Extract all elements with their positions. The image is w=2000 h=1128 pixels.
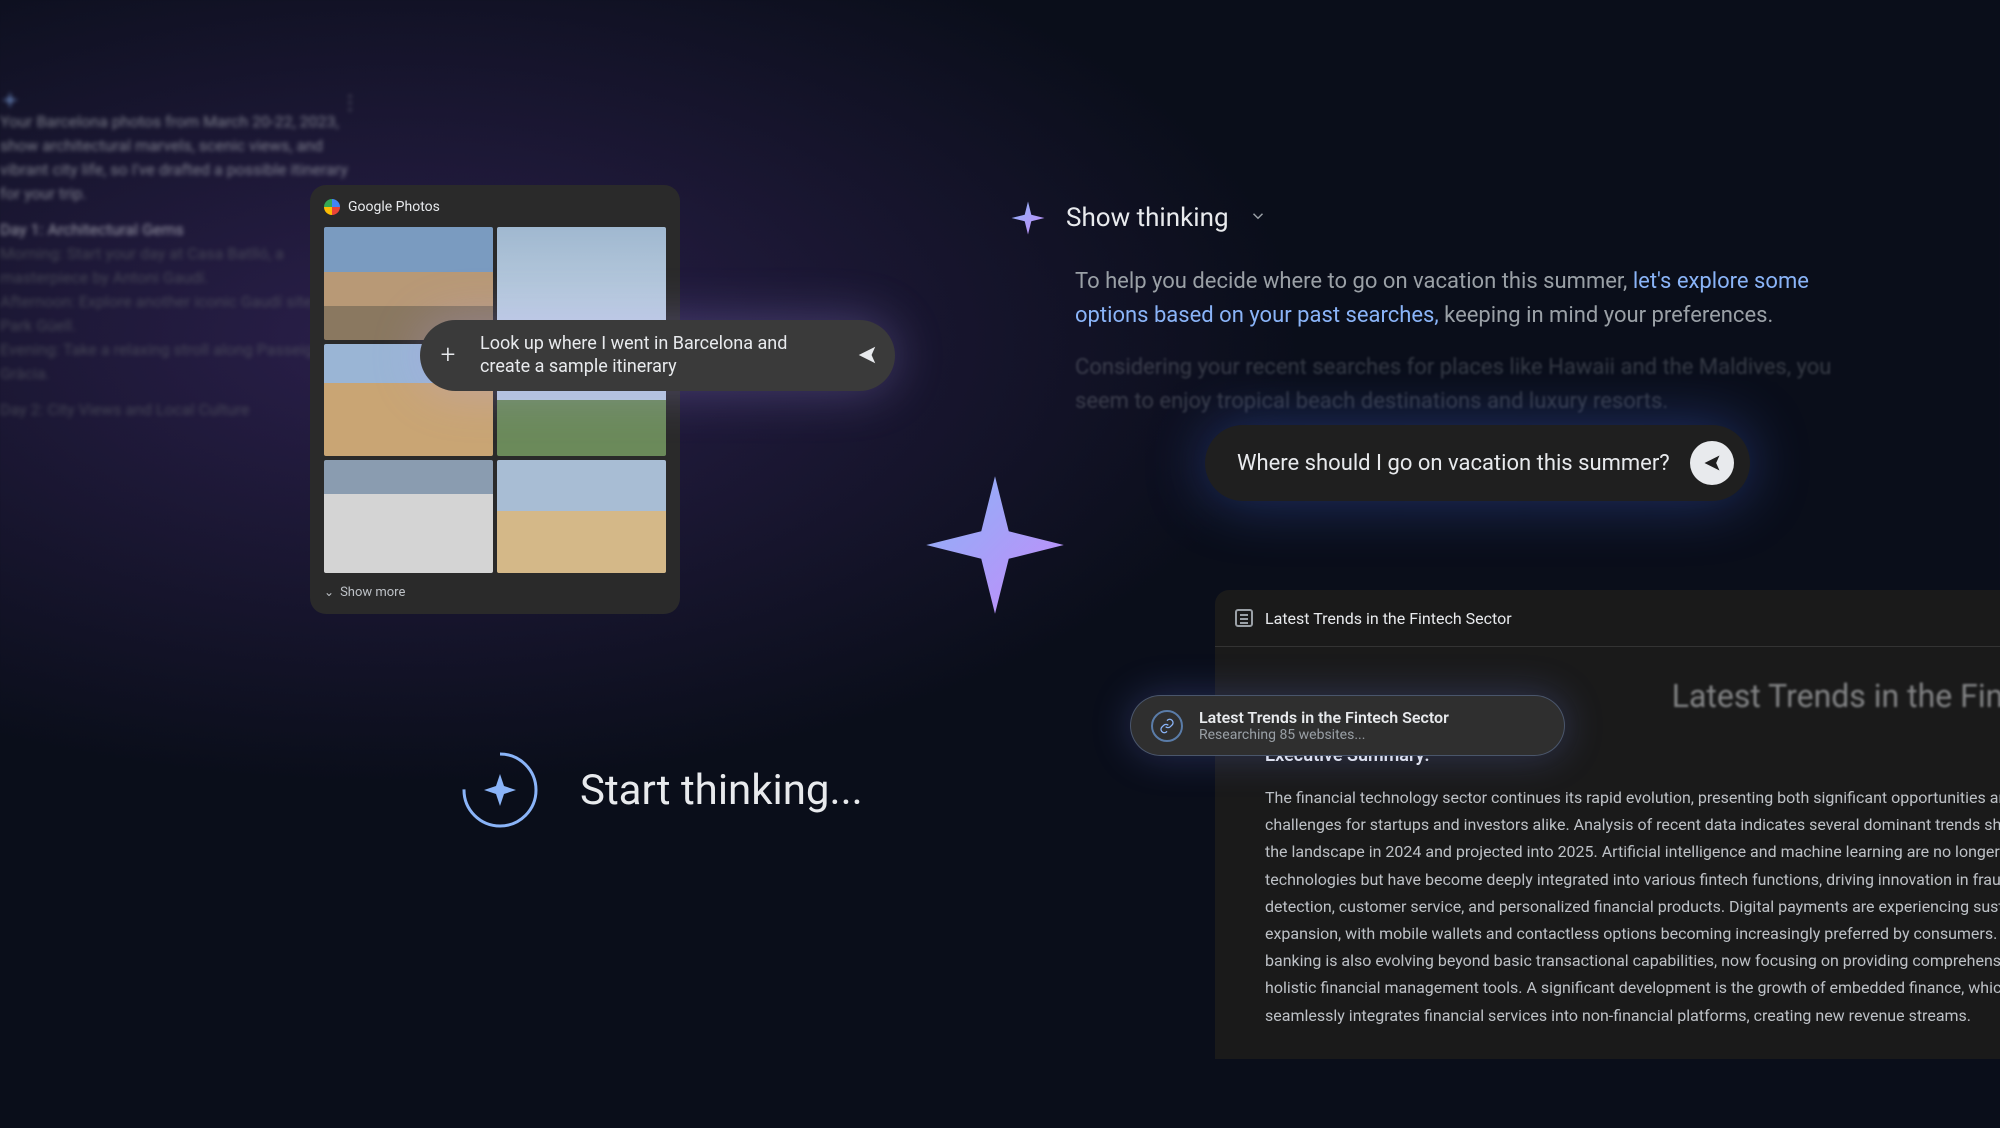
response-intro: Your Barcelona photos from March 20-22, … xyxy=(0,110,350,206)
fintech-header: Latest Trends in the Fintech Sector Shar… xyxy=(1215,590,2000,647)
show-thinking-toggle[interactable]: Show thinking xyxy=(1010,200,1267,236)
photos-card-title: Google Photos xyxy=(348,199,440,215)
link-icon xyxy=(1151,710,1183,742)
photo-thumbnail[interactable] xyxy=(497,460,666,573)
start-thinking-row: Start thinking... xyxy=(460,750,863,830)
research-title: Latest Trends in the Fintech Sector xyxy=(1199,708,1449,727)
google-photos-card: Google Photos ⌄ Show more xyxy=(310,185,680,614)
barcelona-prompt-pill[interactable]: + Look up where I went in Barcelona and … xyxy=(420,320,895,391)
fintech-document-panel: Latest Trends in the Fintech Sector Shar… xyxy=(1215,590,2000,1059)
vacation-prompt-pill[interactable]: Where should I go on vacation this summe… xyxy=(1205,425,1750,501)
thinking-text-2: Considering your recent searches for pla… xyxy=(1075,355,1831,414)
day1-afternoon: Afternoon: Explore another iconic Gaudí … xyxy=(0,290,350,338)
barcelona-itinerary-response: ⋮ Your Barcelona photos from March 20-22… xyxy=(0,110,350,422)
thinking-text-1c: keeping in mind your preferences. xyxy=(1439,303,1774,328)
day1-morning: Morning: Start your day at Casa Batlló, … xyxy=(0,242,350,290)
thinking-text-1: To help you decide where to go on vacati… xyxy=(1075,269,1633,294)
day1-heading: Day 1: Architectural Gems xyxy=(0,218,350,242)
photos-grid xyxy=(324,227,666,573)
google-photos-icon xyxy=(324,199,340,215)
plus-icon[interactable]: + xyxy=(434,341,462,369)
vacation-prompt-text: Where should I go on vacation this summe… xyxy=(1237,451,1670,476)
fintech-body-text: The financial technology sector continue… xyxy=(1265,784,2000,1029)
sparkle-icon xyxy=(920,470,1070,620)
document-icon xyxy=(1235,609,1253,627)
research-status-pill[interactable]: Latest Trends in the Fintech Sector Rese… xyxy=(1130,695,1565,756)
prompt-text: Look up where I went in Barcelona and cr… xyxy=(480,332,835,379)
day2-heading: Day 2: City Views and Local Culture xyxy=(0,398,350,422)
thinking-body: To help you decide where to go on vacati… xyxy=(1075,265,1885,419)
show-thinking-label: Show thinking xyxy=(1066,203,1229,233)
send-button[interactable] xyxy=(853,341,881,369)
research-subtitle: Researching 85 websites... xyxy=(1199,727,1449,743)
show-more-button[interactable]: ⌄ Show more xyxy=(324,585,666,600)
show-more-label: Show more xyxy=(340,585,405,600)
photo-thumbnail[interactable] xyxy=(324,460,493,573)
start-thinking-label: Start thinking... xyxy=(580,766,863,815)
chevron-down-icon xyxy=(1249,207,1267,229)
send-button[interactable] xyxy=(1690,441,1734,485)
fintech-header-title: Latest Trends in the Fintech Sector xyxy=(1265,609,1512,628)
sparkle-icon xyxy=(1010,200,1046,236)
day1-evening: Evening: Take a relaxing stroll along Pa… xyxy=(0,338,350,386)
sparkle-icon xyxy=(0,90,20,110)
chevron-down-icon: ⌄ xyxy=(324,585,334,599)
sparkle-ring-icon xyxy=(460,750,540,830)
more-icon[interactable]: ⋮ xyxy=(340,90,360,114)
